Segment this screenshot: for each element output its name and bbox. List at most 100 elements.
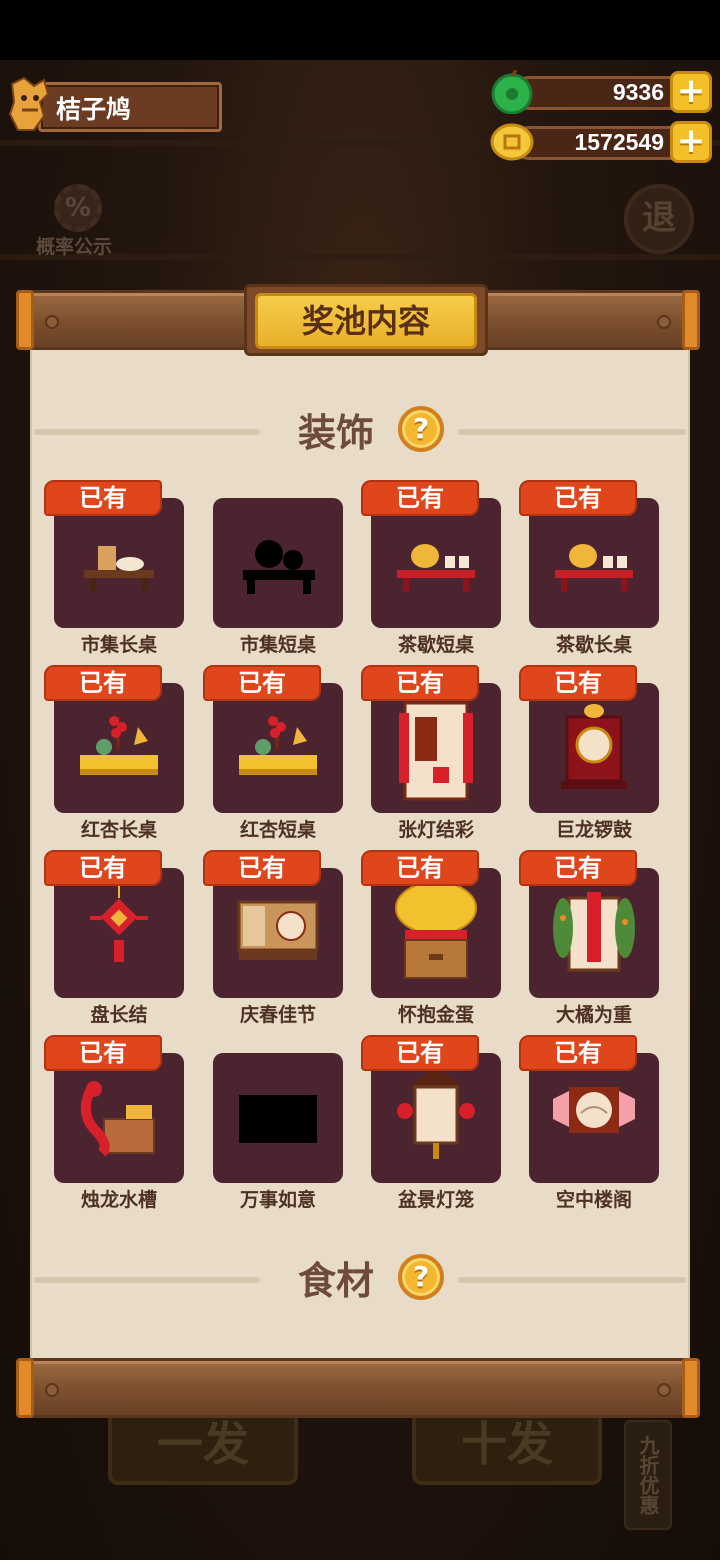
owned-badge: 已有	[44, 1035, 162, 1071]
decoration-item[interactable]: 已有红杏长桌	[44, 665, 194, 841]
add-jade-button[interactable]: +	[670, 71, 712, 113]
rod-cap-right	[682, 290, 700, 350]
lantern-decoration-icon	[399, 701, 473, 801]
rod-nail	[657, 1383, 671, 1397]
section-title: 食材	[298, 1259, 375, 1303]
item-label: 空中楼阁	[555, 1189, 632, 1211]
ruyi-silhouette-icon	[239, 1095, 317, 1143]
owned-badge: 已有	[203, 850, 321, 886]
item-label: 巨龙锣鼓	[555, 819, 632, 841]
item-label: 烛龙水槽	[80, 1189, 157, 1211]
section-ingredients-header: 食材 ?	[30, 1250, 690, 1306]
decoration-item[interactable]: 已有市集长桌	[44, 480, 194, 656]
spring-festival-icon	[237, 900, 319, 960]
decoration-item[interactable]: 已有茶歇短桌	[361, 480, 511, 656]
divider-line	[34, 1277, 260, 1283]
decoration-item[interactable]: 已有 张灯结彩	[361, 665, 511, 841]
item-label: 盘长结	[90, 1004, 148, 1026]
item-label: 大橘为重	[555, 1004, 632, 1026]
owned-badge: 已有	[519, 480, 637, 516]
player-avatar	[4, 76, 54, 132]
help-icon[interactable]: ?	[398, 1254, 444, 1300]
owned-badge: 已有	[44, 665, 162, 701]
probability-label: 概率公示	[35, 236, 112, 258]
item-label: 庆春佳节	[239, 1004, 316, 1026]
decoration-item[interactable]: 已有庆春佳节	[203, 850, 353, 1026]
decoration-item[interactable]: 万事如意	[203, 1035, 353, 1211]
owned-badge: 已有	[361, 1035, 479, 1071]
item-label: 茶歇短桌	[397, 634, 474, 656]
decoration-item[interactable]: 已有空中楼阁	[519, 1035, 669, 1211]
divider-line	[34, 429, 260, 435]
decoration-item[interactable]: 已有烛龙水槽	[44, 1035, 194, 1211]
section-title: 装饰	[298, 411, 375, 455]
apricot-short-table-icon	[239, 716, 317, 775]
panel-title-box: 奖池内容	[244, 284, 488, 356]
jade-currency: 9336 +	[490, 69, 714, 116]
coin-value: 1572549	[574, 129, 664, 155]
chinese-knot-icon	[90, 877, 148, 962]
decoration-item[interactable]: 已有茶歇长桌	[519, 480, 669, 656]
decoration-item[interactable]: 已有盘长结	[44, 850, 194, 1026]
item-label: 万事如意	[239, 1189, 316, 1211]
percent-icon: %	[64, 193, 92, 223]
dragon-sink-icon	[80, 1081, 155, 1157]
decoration-item[interactable]: 已有大橘为重	[519, 850, 669, 1026]
item-label: 市集短桌	[239, 634, 316, 656]
jade-icon	[490, 69, 534, 115]
bonsai-lantern-icon	[397, 1067, 475, 1159]
section-decoration-header: 装饰 ?	[30, 402, 690, 458]
probability-button[interactable]: % 概率公示	[26, 180, 122, 260]
status-bar	[0, 0, 720, 60]
item-label: 茶歇长桌	[555, 634, 632, 656]
owned-badge: 已有	[519, 850, 637, 886]
coin-icon	[490, 120, 534, 164]
discount-tag: 九折优惠	[624, 1420, 672, 1530]
dragon-gong-icon	[561, 704, 627, 789]
probability-gear-icon: %	[54, 184, 102, 232]
decoration-item[interactable]: 已有怀抱金蛋	[361, 850, 511, 1026]
coin-currency: 1572549 +	[490, 120, 714, 166]
player-card[interactable]: 桔子鸠	[4, 76, 222, 134]
owned-badge: 已有	[361, 665, 479, 701]
jade-value: 9336	[612, 79, 664, 105]
item-label: 红杏短桌	[239, 819, 316, 841]
owned-badge: 已有	[519, 1035, 637, 1071]
orange-tree-icon	[553, 892, 635, 972]
item-label: 怀抱金蛋	[397, 1004, 474, 1026]
tea-long-table-icon	[555, 544, 633, 592]
player-name: 桔子鸠	[56, 95, 132, 124]
divider-line	[458, 429, 686, 435]
rod-cap-right	[682, 1358, 700, 1418]
owned-badge: 已有	[203, 665, 321, 701]
market-long-table-icon	[84, 546, 154, 592]
owned-badge: 已有	[519, 665, 637, 701]
help-icon[interactable]: ?	[398, 406, 444, 452]
rod-nail	[657, 315, 671, 329]
add-coin-button[interactable]: +	[670, 121, 712, 163]
rod-cap-left	[16, 1358, 34, 1418]
divider-line	[458, 1277, 686, 1283]
rod-cap-left	[16, 290, 34, 350]
tea-short-table-icon	[397, 544, 475, 592]
golden-egg-icon	[395, 881, 477, 979]
rod-nail	[45, 315, 59, 329]
panel-title: 奖池内容	[255, 293, 477, 349]
decoration-item[interactable]: 已有巨龙锣鼓	[519, 665, 669, 841]
item-label: 市集长桌	[80, 634, 157, 656]
market-short-table-silhouette-icon	[243, 540, 315, 594]
sky-pavilion-icon	[553, 1087, 635, 1133]
decoration-item[interactable]: 已有盆景灯笼	[361, 1035, 511, 1211]
scroll-bottom-rod[interactable]	[16, 1358, 700, 1418]
item-label: 盆景灯笼	[397, 1189, 474, 1211]
exit-button[interactable]: 退	[624, 184, 694, 254]
owned-badge: 已有	[44, 480, 162, 516]
decoration-item[interactable]: 已有红杏短桌	[203, 665, 353, 841]
apricot-long-table-icon	[80, 716, 158, 775]
decoration-item[interactable]: 市集短桌	[203, 480, 353, 656]
owned-badge: 已有	[361, 850, 479, 886]
rod-nail	[45, 1383, 59, 1397]
owned-badge: 已有	[44, 850, 162, 886]
item-label: 红杏长桌	[80, 819, 157, 841]
owned-badge: 已有	[361, 480, 479, 516]
